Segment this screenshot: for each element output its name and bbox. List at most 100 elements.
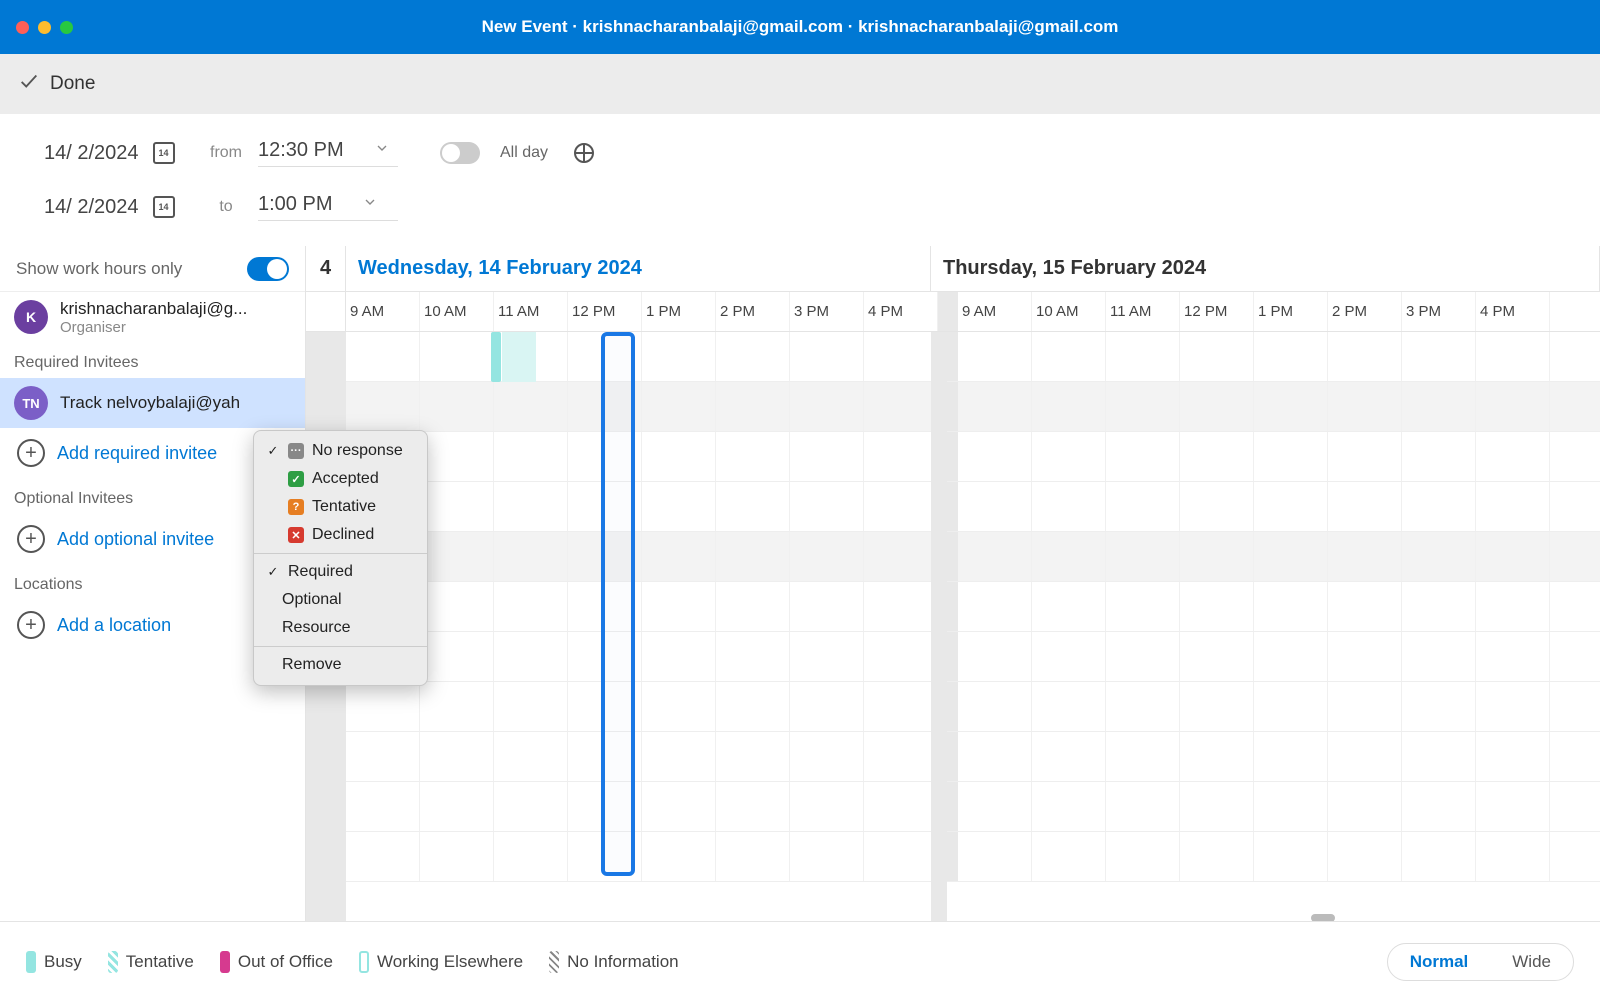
grid-cell[interactable] xyxy=(346,332,420,381)
grid-cell[interactable] xyxy=(1402,732,1476,781)
grid-cell[interactable] xyxy=(1476,682,1550,731)
grid-cell[interactable] xyxy=(1254,632,1328,681)
menu-item-optional[interactable]: Optional xyxy=(254,586,427,614)
grid-cell[interactable] xyxy=(494,382,568,431)
menu-item-remove[interactable]: Remove xyxy=(254,651,427,679)
grid-cell[interactable] xyxy=(790,382,864,431)
grid-cell[interactable] xyxy=(1254,482,1328,531)
grid-cell[interactable] xyxy=(568,332,642,381)
grid-cell[interactable] xyxy=(1476,382,1550,431)
grid-cell[interactable] xyxy=(1328,482,1402,531)
grid-cell[interactable] xyxy=(1106,482,1180,531)
grid-cell[interactable] xyxy=(568,682,642,731)
grid-cell[interactable] xyxy=(1254,382,1328,431)
required-invitee-row[interactable]: TN Track nelvoybalaji@yah xyxy=(0,378,305,428)
grid-cell[interactable] xyxy=(1328,732,1402,781)
grid-cell[interactable] xyxy=(864,582,938,631)
menu-item-resource[interactable]: Resource xyxy=(254,614,427,642)
grid-cell[interactable] xyxy=(1328,332,1402,381)
grid-cell[interactable] xyxy=(1476,432,1550,481)
grid-cell[interactable] xyxy=(568,482,642,531)
grid-cell[interactable] xyxy=(346,832,420,881)
grid-cell[interactable] xyxy=(790,532,864,581)
grid-cell[interactable] xyxy=(494,432,568,481)
grid-cell[interactable] xyxy=(568,632,642,681)
grid-cell[interactable] xyxy=(1402,832,1476,881)
grid-cell[interactable] xyxy=(1032,682,1106,731)
grid-cell[interactable] xyxy=(1180,432,1254,481)
grid-cell[interactable] xyxy=(1476,732,1550,781)
grid-cell[interactable] xyxy=(346,782,420,831)
grid-cell[interactable] xyxy=(1032,532,1106,581)
grid-cell[interactable] xyxy=(1402,782,1476,831)
grid-cell[interactable] xyxy=(642,632,716,681)
grid-cell[interactable] xyxy=(790,732,864,781)
all-day-toggle[interactable] xyxy=(440,142,480,164)
grid-cell[interactable] xyxy=(420,832,494,881)
grid-cell[interactable] xyxy=(1106,832,1180,881)
grid-cell[interactable] xyxy=(1402,632,1476,681)
grid-cell[interactable] xyxy=(1328,782,1402,831)
grid-cell[interactable] xyxy=(642,482,716,531)
menu-item-accepted[interactable]: ✓ Accepted xyxy=(254,465,427,493)
grid-cell[interactable] xyxy=(420,532,494,581)
grid-cell[interactable] xyxy=(1106,682,1180,731)
minimize-window-button[interactable] xyxy=(38,21,51,34)
grid-cell[interactable] xyxy=(716,782,790,831)
grid-cell[interactable] xyxy=(864,682,938,731)
grid-cell[interactable] xyxy=(1180,732,1254,781)
grid-cell[interactable] xyxy=(1106,332,1180,381)
grid-cell[interactable] xyxy=(1402,382,1476,431)
grid-cell[interactable] xyxy=(642,682,716,731)
grid-cell[interactable] xyxy=(1254,582,1328,631)
grid-cell[interactable] xyxy=(1032,782,1106,831)
grid-cell[interactable] xyxy=(642,382,716,431)
grid-cell[interactable] xyxy=(420,782,494,831)
availability-grid[interactable]: 4 Wednesday, 14 February 2024 Thursday, … xyxy=(306,246,1600,926)
grid-cell[interactable] xyxy=(494,732,568,781)
grid-cell[interactable] xyxy=(790,582,864,631)
from-date-field[interactable]: 14/ 2/2024 14 xyxy=(44,142,194,165)
grid-cell[interactable] xyxy=(1032,582,1106,631)
grid-cell[interactable] xyxy=(1180,682,1254,731)
grid-cell[interactable] xyxy=(568,532,642,581)
grid-cell[interactable] xyxy=(420,682,494,731)
grid-cell[interactable] xyxy=(1328,582,1402,631)
grid-cell[interactable] xyxy=(494,582,568,631)
grid-cell[interactable] xyxy=(642,432,716,481)
grid-cell[interactable] xyxy=(790,482,864,531)
grid-cell[interactable] xyxy=(958,782,1032,831)
grid-cell[interactable] xyxy=(1106,532,1180,581)
grid-cell[interactable] xyxy=(1402,532,1476,581)
grid-cell[interactable] xyxy=(420,382,494,431)
grid-cell[interactable] xyxy=(790,782,864,831)
grid-cell[interactable] xyxy=(716,682,790,731)
grid-cell[interactable] xyxy=(1476,332,1550,381)
grid-cell[interactable] xyxy=(642,782,716,831)
grid-cell[interactable] xyxy=(1402,582,1476,631)
grid-cell[interactable] xyxy=(1328,682,1402,731)
grid-cell[interactable] xyxy=(346,732,420,781)
grid-cell[interactable] xyxy=(716,582,790,631)
grid-cell[interactable] xyxy=(1032,732,1106,781)
maximize-window-button[interactable] xyxy=(60,21,73,34)
view-normal-button[interactable]: Normal xyxy=(1388,944,1491,980)
menu-item-tentative[interactable]: ? Tentative xyxy=(254,493,427,521)
grid-cell[interactable] xyxy=(568,782,642,831)
grid-cell[interactable] xyxy=(1328,382,1402,431)
grid-cell[interactable] xyxy=(958,382,1032,431)
grid-cell[interactable] xyxy=(958,632,1032,681)
grid-cell[interactable] xyxy=(1476,582,1550,631)
grid-cell[interactable] xyxy=(716,732,790,781)
organiser-row[interactable]: K krishnacharanbalaji@g... Organiser xyxy=(0,292,305,342)
grid-cell[interactable] xyxy=(864,482,938,531)
grid-cell[interactable] xyxy=(864,832,938,881)
grid-cell[interactable] xyxy=(864,532,938,581)
day-header-active[interactable]: Wednesday, 14 February 2024 xyxy=(346,246,931,291)
grid-cell[interactable] xyxy=(642,532,716,581)
grid-cell[interactable] xyxy=(1032,382,1106,431)
busy-block[interactable] xyxy=(491,332,501,382)
grid-cell[interactable] xyxy=(1328,632,1402,681)
grid-cell[interactable] xyxy=(1106,382,1180,431)
grid-cell[interactable] xyxy=(790,832,864,881)
